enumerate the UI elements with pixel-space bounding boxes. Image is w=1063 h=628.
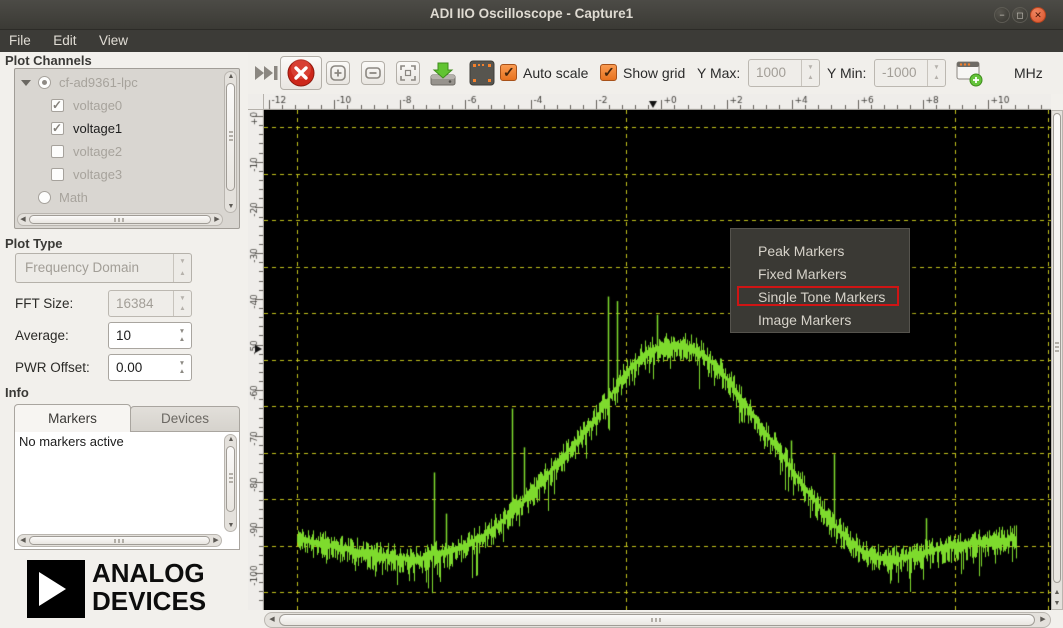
plot-type-value: Frequency Domain (25, 260, 139, 275)
y-max-value: 1000 (756, 65, 786, 80)
main-area: Auto scale Show grid Y Max: 1000 ▲▼ Y Mi… (248, 52, 1063, 628)
fft-size-spinbox[interactable]: 16384 ▲▼ (108, 290, 192, 317)
device-label: cf-ad9361-lpc (59, 75, 138, 90)
expander-icon[interactable] (21, 80, 31, 86)
tab-devices[interactable]: Devices (130, 406, 240, 432)
math-label: Math (59, 190, 88, 205)
plot-type-label: Plot Type (5, 236, 63, 251)
minimize-button[interactable]: − (994, 7, 1010, 23)
tree-vscrollbar[interactable]: ▲ ▼ (224, 71, 237, 213)
plot-channels-label: Plot Channels (5, 53, 92, 68)
voltage2-label: voltage2 (73, 144, 122, 159)
fft-size-label: FFT Size: (15, 296, 73, 311)
ruler-corner (248, 94, 264, 110)
app-window: ADI IIO Oscilloscope - Capture1 − ◻ ✕ Fi… (0, 0, 1063, 628)
auto-scale-label: Auto scale (523, 65, 588, 81)
tree-hscrollbar[interactable]: ◀ ▶ (17, 213, 223, 226)
voltage1-checkbox[interactable] (51, 122, 64, 135)
zoom-in-button[interactable] (326, 61, 350, 85)
window-title: ADI IIO Oscilloscope - Capture1 (0, 6, 1063, 21)
y-max-label: Y Max: (697, 65, 740, 81)
pwr-offset-value: 0.00 (116, 360, 142, 375)
menu-edit[interactable]: Edit (44, 30, 85, 48)
math-radio[interactable] (38, 191, 51, 204)
save-capture-icon[interactable] (428, 58, 458, 88)
play-to-end-icon[interactable] (254, 63, 280, 83)
auto-scale-checkbox[interactable] (500, 64, 517, 81)
voltage3-label: voltage3 (73, 167, 122, 182)
y-max-spinbox[interactable]: 1000 ▲▼ (748, 59, 820, 87)
plot-type-combobox[interactable]: Frequency Domain ▲▼ (15, 253, 192, 283)
stop-capture-button[interactable] (280, 56, 322, 90)
tab-markers[interactable]: Markers (14, 404, 131, 432)
fft-size-value: 16384 (116, 296, 154, 311)
pwr-offset-spinbox[interactable]: 0.00 ▲▼ (108, 354, 192, 381)
markers-info-panel[interactable]: No markers active ▲ ▼ ◀ ▶ (14, 431, 240, 550)
voltage0-label: voltage0 (73, 98, 122, 113)
new-plot-icon[interactable] (955, 59, 985, 87)
menu-view[interactable]: View (90, 30, 137, 48)
plot-toolbar: Auto scale Show grid Y Max: 1000 ▲▼ Y Mi… (248, 52, 1063, 94)
y-min-label: Y Min: (827, 65, 866, 81)
device-radio[interactable] (38, 76, 51, 89)
voltage1-label: voltage1 (73, 121, 122, 136)
sidebar: Plot Channels cf-ad9361-lpc voltage0 vol… (0, 52, 248, 628)
average-spinbox[interactable]: 10 ▲▼ (108, 322, 192, 349)
show-grid-label: Show grid (623, 65, 685, 81)
spectrum-plot[interactable] (264, 110, 1051, 610)
markers-info-text: No markers active (19, 434, 124, 449)
x-axis-ruler (264, 94, 1051, 110)
menu-item-image-markers[interactable]: Image Markers (732, 309, 908, 332)
menu-item-peak-markers[interactable]: Peak Markers (732, 240, 908, 263)
zoom-fit-button[interactable] (396, 61, 420, 85)
average-value: 10 (116, 328, 131, 343)
info-hscrollbar[interactable]: ◀ ▶ (17, 534, 222, 547)
fullscreen-icon[interactable] (469, 60, 495, 86)
titlebar[interactable]: ADI IIO Oscilloscope - Capture1 − ◻ ✕ (0, 0, 1063, 30)
average-label: Average: (15, 328, 69, 343)
y-axis-ruler (248, 110, 264, 610)
logo-line2: DEVICES (92, 588, 206, 614)
info-vscrollbar[interactable]: ▲ ▼ (224, 434, 237, 532)
menu-item-fixed-markers[interactable]: Fixed Markers (732, 263, 908, 286)
channel-tree: cf-ad9361-lpc voltage0 voltage1 voltage2… (14, 68, 240, 229)
annotation-highlight-box (737, 286, 899, 306)
close-button[interactable]: ✕ (1030, 7, 1046, 23)
voltage3-checkbox[interactable] (51, 168, 64, 181)
logo-line1: ANALOG (92, 560, 205, 586)
unit-label: MHz (1014, 65, 1043, 81)
analog-devices-logo (27, 560, 85, 618)
menu-file[interactable]: File (0, 30, 40, 48)
y-min-spinbox[interactable]: -1000 ▲▼ (874, 59, 946, 87)
maximize-button[interactable]: ◻ (1012, 7, 1028, 23)
zoom-out-button[interactable] (361, 61, 385, 85)
pwr-offset-label: PWR Offset: (15, 360, 90, 375)
show-grid-checkbox[interactable] (600, 64, 617, 81)
markers-context-menu: Peak Markers Fixed Markers Single Tone M… (730, 228, 910, 333)
menubar: File Edit View (0, 30, 1063, 52)
voltage0-checkbox[interactable] (51, 99, 64, 112)
info-label: Info (5, 385, 29, 400)
voltage2-checkbox[interactable] (51, 145, 64, 158)
plot-hscrollbar[interactable]: ◀ ▶ (264, 612, 1051, 628)
y-min-value: -1000 (882, 65, 917, 80)
adi-triangle-icon (39, 572, 66, 606)
plot-vscrollbar[interactable]: ▲ ▼ (1051, 110, 1063, 610)
